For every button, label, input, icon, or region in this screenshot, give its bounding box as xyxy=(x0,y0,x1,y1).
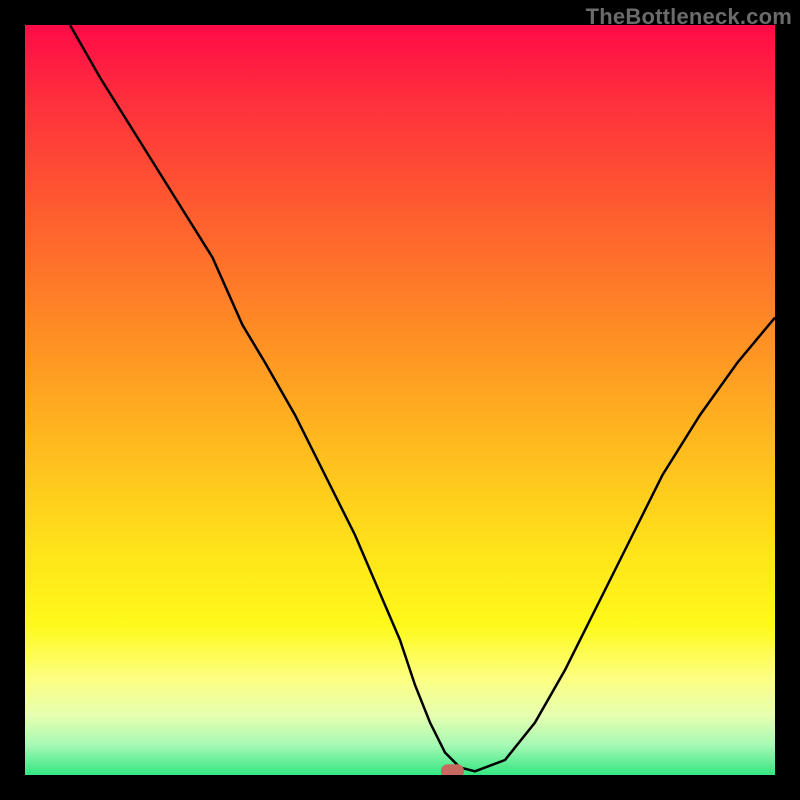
chart-frame: TheBottleneck.com xyxy=(0,0,800,800)
watermark-text: TheBottleneck.com xyxy=(586,4,792,30)
optimum-marker xyxy=(442,765,464,775)
bottleneck-curve xyxy=(70,25,775,771)
curve-svg xyxy=(25,25,775,775)
plot-area xyxy=(25,25,775,775)
